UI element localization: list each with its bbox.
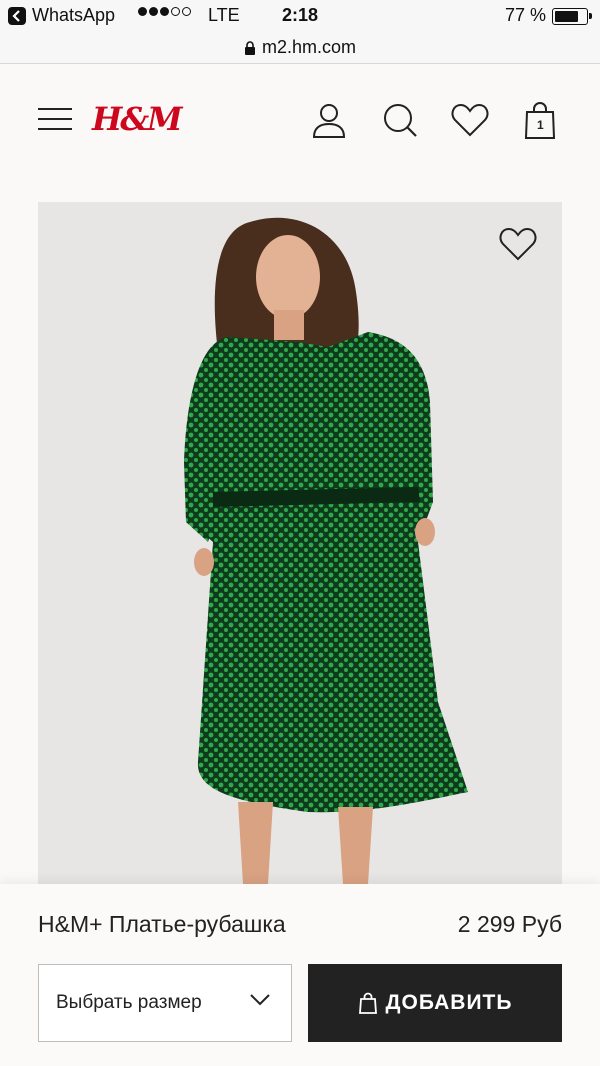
signal-strength-icon (138, 7, 191, 16)
lock-icon (244, 40, 255, 55)
back-app-label[interactable]: WhatsApp (32, 5, 115, 26)
brand-logo[interactable]: H&M (92, 100, 183, 138)
bag-count: 1 (537, 118, 544, 132)
bag-icon[interactable]: 1 (520, 100, 560, 140)
carrier-label: LTE (208, 5, 240, 25)
status-bar: WhatsApp LTE 2:18 77 % (0, 0, 600, 32)
signal-dot (171, 7, 180, 16)
signal-dot (138, 7, 147, 16)
back-to-app-icon[interactable] (8, 7, 26, 25)
product-price: 2 299 Руб (457, 911, 562, 937)
product-image[interactable] (38, 202, 562, 884)
clock: 2:18 (282, 5, 319, 25)
signal-dot (182, 7, 191, 16)
battery-percent: 77 % (505, 5, 547, 25)
size-selector[interactable]: Выбрать размер (38, 964, 292, 1042)
add-to-bag-button[interactable]: ДОБАВИТЬ (308, 964, 562, 1042)
heart-outline-icon[interactable] (498, 226, 538, 262)
size-selector-label: Выбрать размер (56, 992, 202, 1013)
search-icon[interactable] (380, 100, 420, 140)
chevron-down-icon (250, 994, 270, 1006)
product-name: H&M+ Платье-рубашка (38, 911, 286, 937)
heart-icon[interactable] (450, 100, 490, 140)
signal-dot (160, 7, 169, 16)
battery-icon (552, 8, 592, 25)
add-to-bag-label: ДОБАВИТЬ (385, 991, 513, 1014)
bag-icon (358, 992, 377, 1014)
battery-fill (555, 11, 579, 22)
product-photo (184, 217, 468, 884)
signal-dot (149, 7, 158, 16)
address-bar[interactable]: m2.hm.com (0, 32, 600, 64)
site-header (0, 64, 600, 178)
menu-icon[interactable] (38, 108, 72, 130)
url-text[interactable]: m2.hm.com (262, 37, 356, 58)
user-icon[interactable] (309, 100, 349, 140)
